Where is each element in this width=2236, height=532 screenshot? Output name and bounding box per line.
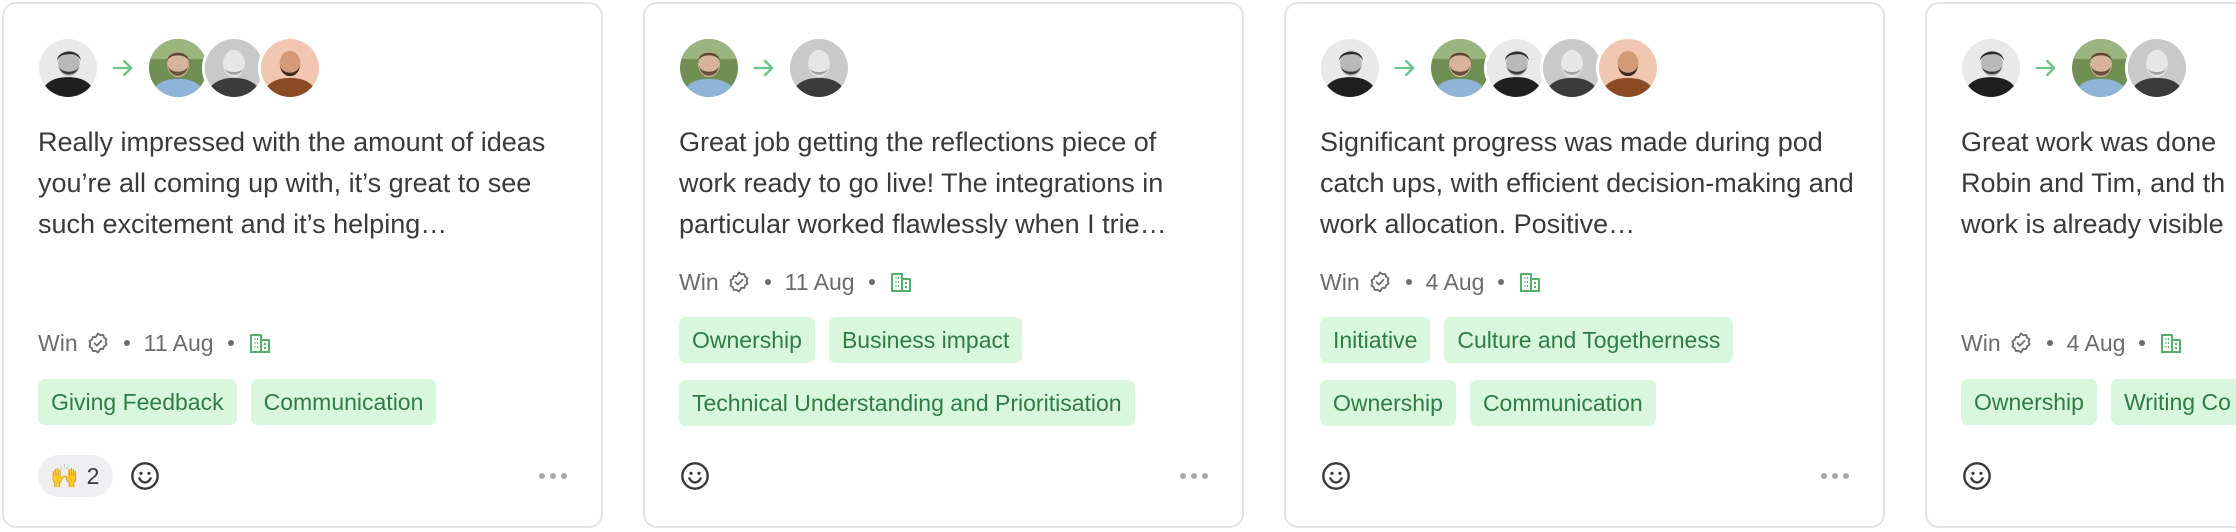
tag[interactable]: Ownership	[1961, 379, 2097, 425]
type-label: Win	[1961, 329, 2001, 356]
building-icon[interactable]	[889, 270, 913, 294]
date-label: 4 Aug	[2066, 329, 2126, 356]
recognition-card[interactable]: Great work was done Robin and Tim, and t…	[1925, 2, 2236, 528]
recognition-card[interactable]: Significant progress was made during pod…	[1284, 2, 1885, 528]
people-row	[1318, 36, 1660, 100]
card-footer: 🙌 2	[38, 455, 567, 497]
recipient-avatar[interactable]	[2125, 36, 2189, 100]
tag-list: Giving Feedback Communication	[38, 379, 598, 425]
tag[interactable]: Communication	[250, 379, 437, 425]
building-icon[interactable]	[2159, 331, 2183, 355]
verified-badge-icon	[2009, 331, 2033, 355]
recognition-card[interactable]: Great job getting the reflections piece …	[643, 2, 1244, 528]
tag-list: Ownership Business impact Technical Unde…	[679, 317, 1239, 426]
more-horizontal-icon[interactable]	[539, 463, 567, 489]
tag-list: Initiative Culture and Togetherness Owne…	[1320, 317, 1880, 426]
recipient-avatar[interactable]	[1596, 36, 1660, 100]
separator-dot	[764, 279, 771, 285]
recognition-text[interactable]: Great work was done Robin and Tim, and t…	[1961, 122, 2236, 245]
recognition-cards-strip: Really impressed with the amount of idea…	[0, 0, 2236, 532]
date-label: 11 Aug	[784, 268, 855, 295]
date-label: 4 Aug	[1425, 268, 1485, 295]
more-horizontal-icon[interactable]	[1821, 463, 1849, 489]
add-reaction-smiley-icon[interactable]	[679, 460, 711, 492]
tag[interactable]: Writing Co	[2110, 379, 2236, 425]
type-label: Win	[38, 329, 78, 356]
recognition-card[interactable]: Really impressed with the amount of idea…	[2, 2, 603, 528]
tag[interactable]: Giving Feedback	[38, 379, 237, 425]
recipient-avatar[interactable]	[2069, 36, 2133, 100]
tag[interactable]: Business impact	[828, 317, 1023, 363]
type-label: Win	[1320, 268, 1360, 295]
add-reaction-smiley-icon[interactable]	[129, 460, 161, 492]
giver-avatar[interactable]	[36, 36, 100, 100]
card-footer	[1961, 455, 2236, 497]
date-label: 11 Aug	[143, 329, 214, 356]
people-row	[36, 36, 322, 100]
tag[interactable]: Culture and Togetherness	[1444, 317, 1734, 363]
separator-dot	[1498, 279, 1505, 285]
verified-badge-icon	[727, 270, 751, 294]
separator-dot	[868, 279, 875, 285]
tag[interactable]: Communication	[1469, 380, 1656, 426]
tag[interactable]: Ownership	[679, 317, 815, 363]
tag[interactable]: Initiative	[1320, 317, 1431, 363]
meta-row: Win 4 Aug	[1320, 264, 1542, 300]
recognition-text[interactable]: Significant progress was made during pod…	[1320, 122, 1860, 245]
giver-avatar[interactable]	[1318, 36, 1382, 100]
meta-row: Win 4 Aug	[1961, 325, 2183, 361]
more-horizontal-icon[interactable]	[1180, 463, 1208, 489]
recipient-avatar[interactable]	[1540, 36, 1604, 100]
separator-dot	[2046, 340, 2053, 346]
reaction-count: 2	[86, 462, 100, 489]
meta-row: Win 11 Aug	[38, 325, 272, 361]
recognition-text[interactable]: Great job getting the reflections piece …	[679, 122, 1219, 245]
add-reaction-smiley-icon[interactable]	[1961, 460, 1993, 492]
arrow-right-icon	[1382, 36, 1428, 100]
card-footer	[679, 455, 1208, 497]
reaction-pill[interactable]: 🙌 2	[38, 455, 114, 497]
tag-list: Ownership Writing Co	[1961, 379, 2236, 425]
meta-row: Win 11 Aug	[679, 264, 913, 300]
card-footer	[1320, 455, 1849, 497]
recipient-avatar[interactable]	[1484, 36, 1548, 100]
giver-avatar[interactable]	[1959, 36, 2023, 100]
recipient-avatar[interactable]	[1428, 36, 1492, 100]
recognition-text[interactable]: Really impressed with the amount of idea…	[38, 122, 578, 245]
separator-dot	[2139, 340, 2146, 346]
arrow-right-icon	[100, 36, 146, 100]
arrow-right-icon	[2023, 36, 2069, 100]
building-icon[interactable]	[1518, 270, 1542, 294]
reaction-emoji: 🙌	[50, 462, 79, 489]
recipient-avatar[interactable]	[202, 36, 266, 100]
recipient-avatar[interactable]	[258, 36, 322, 100]
verified-badge-icon	[86, 331, 110, 355]
tag[interactable]: Technical Understanding and Prioritisati…	[679, 380, 1135, 426]
people-row	[1959, 36, 2189, 100]
recipient-avatar[interactable]	[787, 36, 851, 100]
building-icon[interactable]	[248, 331, 272, 355]
type-label: Win	[679, 268, 719, 295]
verified-badge-icon	[1368, 270, 1392, 294]
tag[interactable]: Ownership	[1320, 380, 1456, 426]
arrow-right-icon	[741, 36, 787, 100]
separator-dot	[123, 340, 130, 346]
separator-dot	[227, 340, 234, 346]
add-reaction-smiley-icon[interactable]	[1320, 460, 1352, 492]
separator-dot	[1405, 279, 1412, 285]
giver-avatar[interactable]	[677, 36, 741, 100]
people-row	[677, 36, 851, 100]
recipient-avatar[interactable]	[146, 36, 210, 100]
